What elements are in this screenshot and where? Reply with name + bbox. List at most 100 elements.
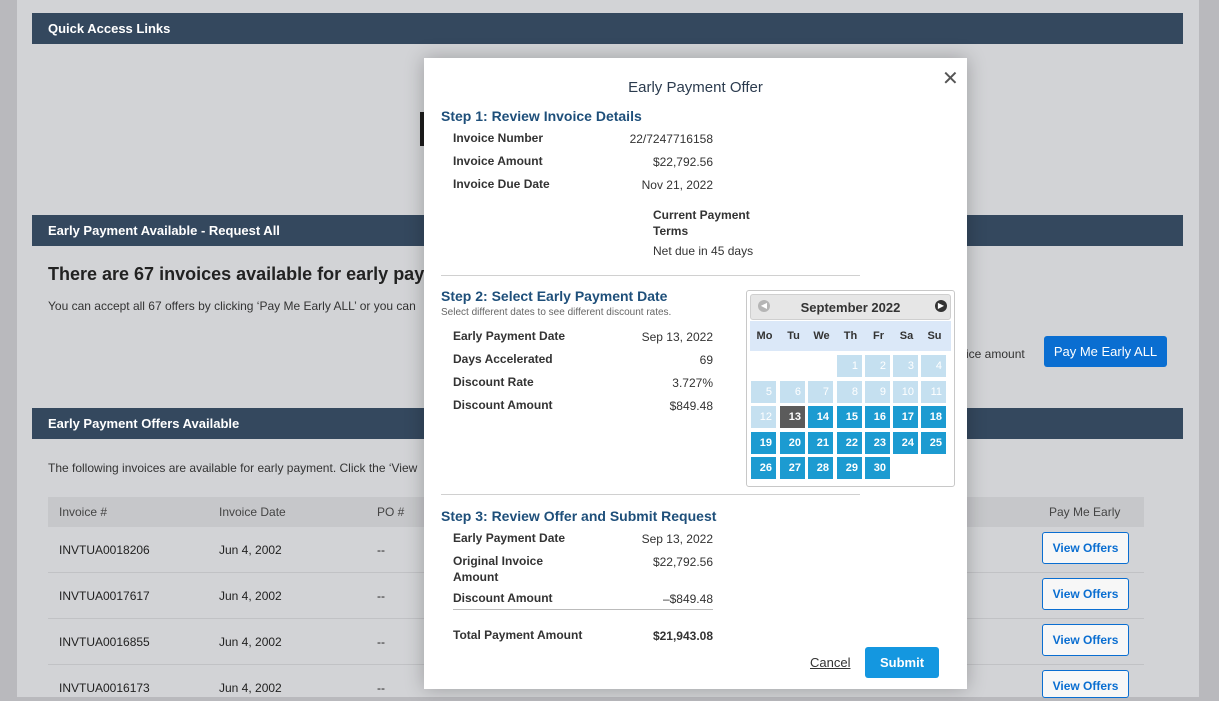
calendar-day-12: 12 — [751, 406, 776, 428]
discount-rate-label: Discount Rate — [453, 375, 534, 389]
early-payment-offer-modal: Early Payment Offer ✕ Step 1: Review Inv… — [424, 58, 967, 689]
row-po: -- — [377, 635, 385, 649]
weekday-th: Th — [843, 330, 858, 342]
total-payment-label: Total Payment Amount — [453, 628, 583, 642]
weekday-we: We — [813, 330, 830, 342]
close-icon[interactable]: ✕ — [942, 66, 959, 91]
row-invoice: INVTUA0017617 — [59, 589, 150, 603]
original-amount-label: Original Invoice — [453, 554, 544, 568]
quick-access-header: Quick Access Links — [32, 13, 1183, 44]
early-available-desc: You can accept all 67 offers by clicking… — [48, 299, 416, 313]
weekday-sa: Sa — [899, 330, 914, 342]
calendar-month-title: September 2022 — [800, 300, 901, 315]
row-invoice: INVTUA0016173 — [59, 681, 150, 695]
row-po: -- — [377, 589, 385, 603]
discount-rate-value: 3.727% — [672, 376, 713, 390]
row-po: -- — [377, 681, 385, 695]
calendar-day-16[interactable]: 16 — [865, 406, 890, 428]
view-offers-button[interactable]: View Offers — [1042, 532, 1129, 564]
calendar-day-27[interactable]: 27 — [780, 457, 805, 479]
days-accelerated-label: Days Accelerated — [453, 352, 553, 366]
next-month-icon[interactable]: ▶ — [935, 300, 947, 312]
weekday-fr: Fr — [873, 330, 884, 342]
calendar-day-14[interactable]: 14 — [808, 406, 833, 428]
calendar-day-23[interactable]: 23 — [865, 432, 890, 454]
invoice-amount-label: Invoice Amount — [453, 154, 543, 168]
calendar-day-10: 10 — [893, 381, 918, 403]
discount-amount-value: $849.48 — [669, 399, 713, 413]
calendar-day-9: 9 — [865, 381, 890, 403]
calendar-day-1: 1 — [837, 355, 862, 377]
col-po: PO # — [377, 505, 405, 519]
early-available-title: Early Payment Available - Request All — [48, 223, 280, 238]
calendar-day-7: 7 — [808, 381, 833, 403]
calendar-day-28[interactable]: 28 — [808, 457, 833, 479]
step2-title: Step 2: Select Early Payment Date — [441, 288, 668, 304]
submit-button[interactable]: Submit — [865, 647, 939, 678]
pay-me-early-all-button[interactable]: Pay Me Early ALL — [1044, 336, 1167, 367]
divider — [441, 275, 860, 276]
modal-title: Early Payment Offer — [628, 79, 763, 96]
col-pay-me-early: Pay Me Early — [1049, 505, 1121, 519]
row-date: Jun 4, 2002 — [219, 589, 282, 603]
invoice-number-value: 22/7247716158 — [629, 132, 713, 146]
calendar-day-3: 3 — [893, 355, 918, 377]
early-payment-date-value: Sep 13, 2022 — [641, 330, 713, 344]
calendar-day-30[interactable]: 30 — [865, 457, 890, 479]
view-offers-button[interactable]: View Offers — [1042, 624, 1129, 656]
discount-amount-label: Discount Amount — [453, 398, 553, 412]
invoice-due-date-value: Nov 21, 2022 — [641, 178, 713, 192]
calendar-day-4: 4 — [921, 355, 946, 377]
divider — [441, 494, 860, 495]
calendar-day-18[interactable]: 18 — [921, 406, 946, 428]
early-payment-date-label: Early Payment Date — [453, 329, 566, 343]
offers-desc: The following invoices are available for… — [48, 461, 418, 475]
early-available-side-text: ice amount — [966, 347, 1025, 361]
calendar-day-22[interactable]: 22 — [837, 432, 862, 454]
payment-terms-value: Net due in 45 days — [653, 244, 754, 258]
calendar-day-29[interactable]: 29 — [837, 457, 862, 479]
calendar-header: ◀ September 2022 ▶ — [750, 294, 951, 320]
calendar-day-13[interactable]: 13 — [780, 406, 805, 428]
early-available-heading: There are 67 invoices available for earl… — [48, 264, 451, 284]
row-date: Jun 4, 2002 — [219, 543, 282, 557]
payment-terms-label: Current Payment — [653, 208, 750, 222]
calendar-day-2: 2 — [865, 355, 890, 377]
calendar-day-20[interactable]: 20 — [780, 432, 805, 454]
weekday-tu: Tu — [787, 330, 800, 342]
calendar-day-25[interactable]: 25 — [921, 432, 946, 454]
row-date: Jun 4, 2002 — [219, 681, 282, 695]
calendar-day-19[interactable]: 19 — [751, 432, 776, 454]
summary-discount-value: –$849.48 — [662, 592, 713, 606]
calendar-day-8: 8 — [837, 381, 862, 403]
date-picker-calendar: ◀ September 2022 ▶ Mo Tu We Th Fr Sa Su 123456… — [746, 290, 955, 487]
total-payment-value: $21,943.08 — [652, 629, 713, 643]
days-accelerated-value: 69 — [699, 353, 713, 367]
cancel-button[interactable]: Cancel — [810, 655, 850, 670]
row-date: Jun 4, 2002 — [219, 635, 282, 649]
calendar-weekday-row: Mo Tu We Th Fr Sa Su — [750, 321, 951, 351]
summary-early-date-label: Early Payment Date — [453, 531, 566, 545]
calendar-day-26[interactable]: 26 — [751, 457, 776, 479]
view-offers-button[interactable]: View Offers — [1042, 670, 1129, 698]
quick-access-title: Quick Access Links — [48, 21, 171, 36]
col-date: Invoice Date — [219, 505, 286, 519]
invoice-amount-value: $22,792.56 — [652, 155, 713, 169]
calendar-day-11: 11 — [921, 381, 946, 403]
invoice-due-date-label: Invoice Due Date — [453, 177, 550, 191]
payment-terms-label-2: Terms — [653, 224, 689, 238]
view-offers-button[interactable]: View Offers — [1042, 578, 1129, 610]
offers-title: Early Payment Offers Available — [48, 416, 240, 431]
total-divider — [453, 609, 713, 610]
calendar-day-24[interactable]: 24 — [893, 432, 918, 454]
step1-title: Step 1: Review Invoice Details — [441, 108, 642, 124]
summary-early-date-value: Sep 13, 2022 — [641, 532, 713, 546]
calendar-day-15[interactable]: 15 — [837, 406, 862, 428]
summary-discount-label: Discount Amount — [453, 591, 553, 605]
row-po: -- — [377, 543, 385, 557]
calendar-day-17[interactable]: 17 — [893, 406, 918, 428]
row-invoice: INVTUA0018206 — [59, 543, 150, 557]
calendar-day-6: 6 — [780, 381, 805, 403]
original-amount-value: $22,792.56 — [652, 555, 713, 569]
calendar-day-21[interactable]: 21 — [808, 432, 833, 454]
